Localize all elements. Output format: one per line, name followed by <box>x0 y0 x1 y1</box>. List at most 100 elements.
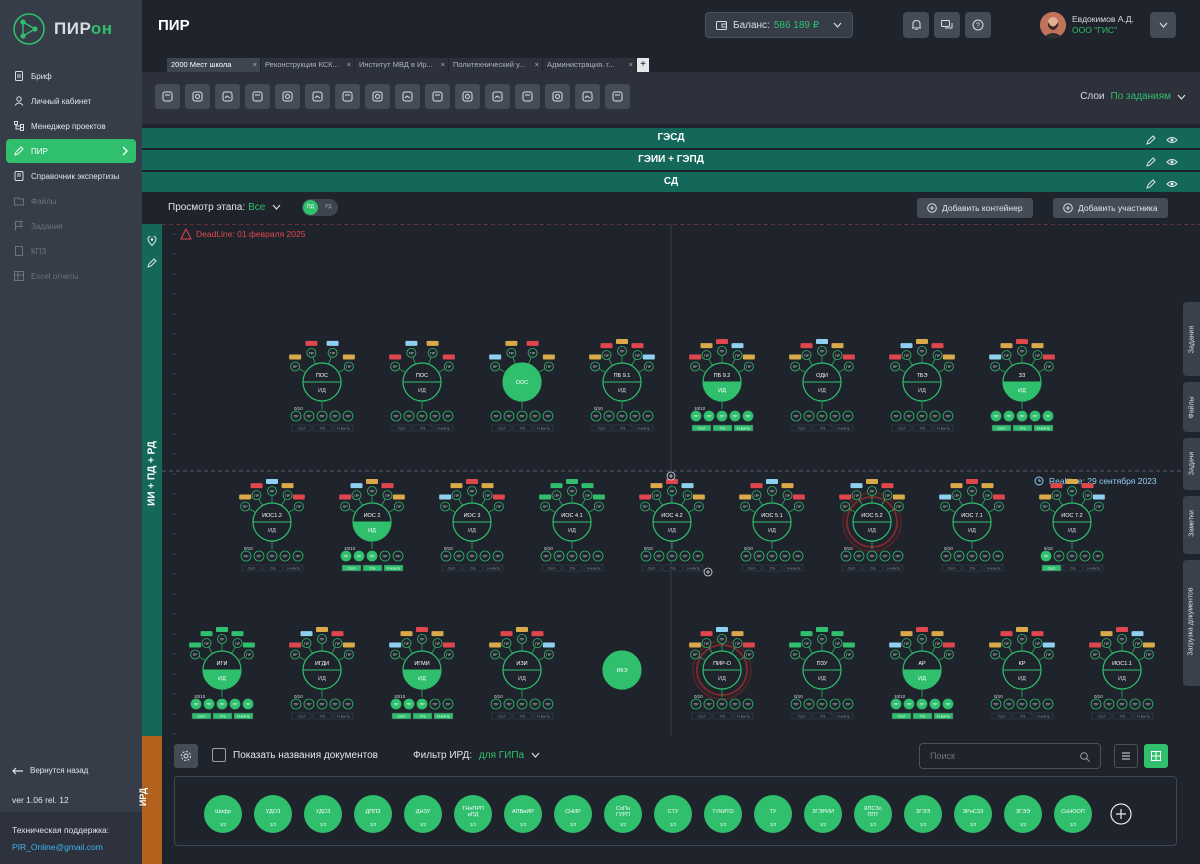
notifications-button[interactable] <box>903 12 929 38</box>
section-node[interactable]: ПРПРПРПРПРИДИОС 210/10ПР ПР ПР ПР ПРСогл Утв Н… <box>339 479 405 572</box>
stage-bar-geii-gepd[interactable]: ГЭИИ + ГЭПД <box>142 150 1200 170</box>
grid-view-button[interactable] <box>1144 744 1168 768</box>
section-node[interactable]: ИКЭ <box>602 650 642 690</box>
section-node[interactable]: ПР ПР ПР ПР ПР ИД ИОС 7.2 6/10 ПР ПР ПР ПР ПР Согл Утв… <box>1039 479 1105 572</box>
close-icon[interactable]: × <box>253 60 257 69</box>
ird-document[interactable]: ЗГЭЭ 3/3 <box>1004 795 1042 833</box>
add-node-button[interactable] <box>703 567 713 577</box>
settings-button[interactable] <box>174 744 198 768</box>
list-view-button[interactable] <box>1114 744 1138 768</box>
section-node[interactable]: ПР ПР ПР ПР ПР ИД ПИР-О 0/10 ПР ПР ПР ПР ПР Согл Утв Н.… <box>689 627 755 720</box>
tab-documents-upload[interactable]: Загрузка документов <box>1183 560 1200 686</box>
section-node[interactable]: ПР ПР ПР ПР ПР ИД КР 0/10 ПР ПР ПР ПР ПР Согл Утв Н.кон… <box>989 627 1055 720</box>
sidebar-item-expertise-reference[interactable]: Справочник экспертизы <box>6 164 136 188</box>
ird-document[interactable]: СТУ 3/3 <box>654 795 692 833</box>
project-tab[interactable]: Администрация. г... × <box>543 58 637 72</box>
section-node[interactable]: ПР ПР ПР ПР ПР ИД ИОС1.2 0/10 ПР ПР ПР ПР ПР Согл Утв Н… <box>239 479 305 572</box>
project-tab[interactable]: Институт МВД в Ир... × <box>355 58 449 72</box>
close-icon[interactable]: × <box>347 60 351 69</box>
project-tab[interactable]: Политехнический у... × <box>449 58 543 72</box>
add-tab-button[interactable]: + <box>637 58 649 72</box>
pen-icon[interactable] <box>147 258 157 268</box>
ird-document[interactable]: УДОЗ 3/3 <box>304 795 342 833</box>
warning-tool-button[interactable] <box>455 84 480 109</box>
pin-icon[interactable] <box>147 236 157 246</box>
stage-bar-sd[interactable]: СД <box>142 172 1200 192</box>
ruble-tool-button[interactable] <box>335 84 360 109</box>
section-node[interactable]: ПР ПР ПР ПР ПР ИД ИОС1.1 0/10 ПР ПР ПР ПР ПР Согл Утв Н… <box>1089 627 1155 720</box>
section-node[interactable]: ПР ПР ПР ПР ПР ИД ПЗУ 0/10 ПР ПР ПР ПР ПР Согл Утв Н.ко… <box>789 627 855 720</box>
back-link[interactable]: Вернутся назад <box>12 766 88 775</box>
section-node[interactable]: ПР ПР ПР ПР ИД ПОС ПР ПР ПР ПР ПР Согл Утв Н.контр <box>389 340 455 432</box>
section-node[interactable]: ПР ПР ПР ПР ПР ИД ИОС 7.1 0/10 ПР ПР ПР ПР ПР Согл Утв… <box>939 479 1005 572</box>
sidebar-item-cabinet[interactable]: Личный кабинет <box>6 89 136 113</box>
section-node[interactable]: ПРПРПРПРПРИДИГМИ10/10ПР ПР ПР ПР ПРСогл Утв Н.… <box>389 627 455 720</box>
sidebar-item-pir[interactable]: ПИР <box>6 139 136 163</box>
refresh-tool-button[interactable] <box>245 84 270 109</box>
copy-tool-button[interactable] <box>545 84 570 109</box>
stage-bar-gesd[interactable]: ГЭСД <box>142 128 1200 148</box>
section-node[interactable]: ПР ПР ПР ПР ПР ИД ИОС 4.2 0/10 ПР ПР ПР ПР ПР Согл Утв… <box>639 479 705 572</box>
chart-tool-button[interactable] <box>305 84 330 109</box>
sidebar-item-project-manager[interactable]: Менеджер проектов <box>6 114 136 138</box>
ird-document[interactable]: ДНЗУ 3/3 <box>404 795 442 833</box>
ird-document[interactable]: ЗГЭРИИ 3/3 <box>804 795 842 833</box>
ird-document[interactable]: КПСЗоППТ3/3 <box>854 795 892 833</box>
ird-document[interactable]: СоНООП 3/3 <box>1054 795 1092 833</box>
circle-tool-button[interactable] <box>185 84 210 109</box>
section-node[interactable]: ПРПРПРПРПРИДИГИ10/10ПР ПР ПР ПР ПРСогл Утв Н.к… <box>189 627 255 720</box>
close-icon[interactable]: × <box>629 60 633 69</box>
help-button[interactable]: ? <box>965 12 991 38</box>
add-node-button[interactable] <box>666 471 676 481</box>
ird-document[interactable]: СоПнГУРП3/3 <box>604 795 642 833</box>
image-tool-button[interactable] <box>605 84 630 109</box>
user-profile[interactable]: Евдокимов А.Д. ООО "ГИС" <box>1040 12 1134 38</box>
section-node[interactable]: ПР ПР ПР ПР ПР ИД ИЗИ 0/10 ПР ПР ПР ПР ПР Согл Утв Н.ко… <box>489 627 555 720</box>
ird-document[interactable]: АПВиИР 3/3 <box>504 795 542 833</box>
tab-tasks[interactable]: Задания <box>1183 302 1200 376</box>
workflow-canvas[interactable]: DeadLine: 01 февраля 2025 Realtime: 29 с… <box>162 223 1200 736</box>
tab-notes[interactable]: Заметки <box>1183 496 1200 554</box>
section-node[interactable]: ПРПРПРПРПРИДАР10/10ПР ПР ПР ПР ПРСогл Утв Н.ко… <box>889 627 955 720</box>
ird-document[interactable]: ТУ 3/3 <box>754 795 792 833</box>
tab-issues[interactable]: Задачи <box>1183 438 1200 490</box>
ird-document[interactable]: СНИР 3/3 <box>554 795 592 833</box>
section-node[interactable]: ПРПРПРПРПРИДПБ 9.210/10ПР ПР ПР ПР ПРСогл Утв… <box>689 339 755 432</box>
section-node[interactable]: ПР ПР ПР ПР ПР ИД ИОС 5.1 0/10 ПР ПР ПР ПР ПР Согл Утв… <box>739 479 805 572</box>
doc-tool-button[interactable] <box>155 84 180 109</box>
phone-tool-button[interactable] <box>485 84 510 109</box>
project-tab[interactable]: Реконструкция КСК... × <box>261 58 355 72</box>
show-names-checkbox[interactable] <box>212 748 226 762</box>
section-node[interactable]: ПР ПР ПР ПР ООС ПР ПР ПР ПР ПР Согл Утв Н.контр <box>489 340 555 432</box>
sidebar-item-brief[interactable]: Бриф <box>6 64 136 88</box>
ird-document[interactable]: ДППЗ 3/3 <box>354 795 392 833</box>
workflow-diagram[interactable]: DeadLine: 01 февраля 2025 Realtime: 29 с… <box>162 223 1200 736</box>
section-node[interactable]: ПР ПР ПР ПР ПР ИД ОДИ ПР ПР ПР ПР ПР Согл Утв Н.контр <box>789 339 855 432</box>
support-email[interactable]: PIR_Online@gmail.com <box>12 842 130 852</box>
project-tab[interactable]: 2000 Мест школа × <box>167 58 261 72</box>
ird-document[interactable]: ЗРнСЗЗ 3/3 <box>954 795 992 833</box>
pd-rd-toggle[interactable]: ПД РД <box>302 199 338 216</box>
tab-files[interactable]: Файлы <box>1183 382 1200 432</box>
ird-document[interactable]: ЗГЭЭ 3/3 <box>904 795 942 833</box>
percent-tool-button[interactable] <box>515 84 540 109</box>
section-node[interactable]: ПР ПР ПР ПР ИД ПОС 0/10 ПР ПР ПР ПР ПР Согл Утв Н.конт… <box>289 340 355 432</box>
layers-tool-button[interactable] <box>365 84 390 109</box>
stage-view-selector[interactable]: Просмотр этапа: Все <box>168 202 281 213</box>
add-container-button[interactable]: Добавить контейнер <box>917 198 1033 218</box>
user-menu-button[interactable] <box>1150 12 1176 38</box>
brand-logo[interactable]: ПИРон <box>12 12 113 46</box>
balance-dropdown[interactable]: Баланс: 586 189 ₽ <box>705 12 853 38</box>
ird-document[interactable]: УДОЗ 3/3 <box>254 795 292 833</box>
ird-document[interactable]: ТНнПРПиПД3/3 <box>454 795 492 833</box>
section-node[interactable]: ПР ПР ПР ПР ПР ИД ЗЗ ПР ПР ПР ПР ПР Согл Утв Н.контр <box>989 339 1055 432</box>
search-input[interactable] <box>930 751 1070 761</box>
section-node[interactable]: ПР ПР ПР ПР ПР ИД ПБ 9.1 0/10 ПР ПР ПР ПР ПР Согл Утв Н… <box>589 339 655 432</box>
add-ird-document-button[interactable] <box>1110 803 1132 825</box>
section-node[interactable]: ПР ПР ПР ПР ПР ИД ИГДИ 0/10 ПР ПР ПР ПР ПР Согл Утв Н.к… <box>289 627 355 720</box>
ird-document[interactable]: ТУКИТО 3/3 <box>704 795 742 833</box>
ird-search[interactable] <box>919 743 1101 769</box>
close-icon[interactable]: × <box>535 60 539 69</box>
link-tool-button[interactable] <box>425 84 450 109</box>
zoom-tool-button[interactable] <box>395 84 420 109</box>
